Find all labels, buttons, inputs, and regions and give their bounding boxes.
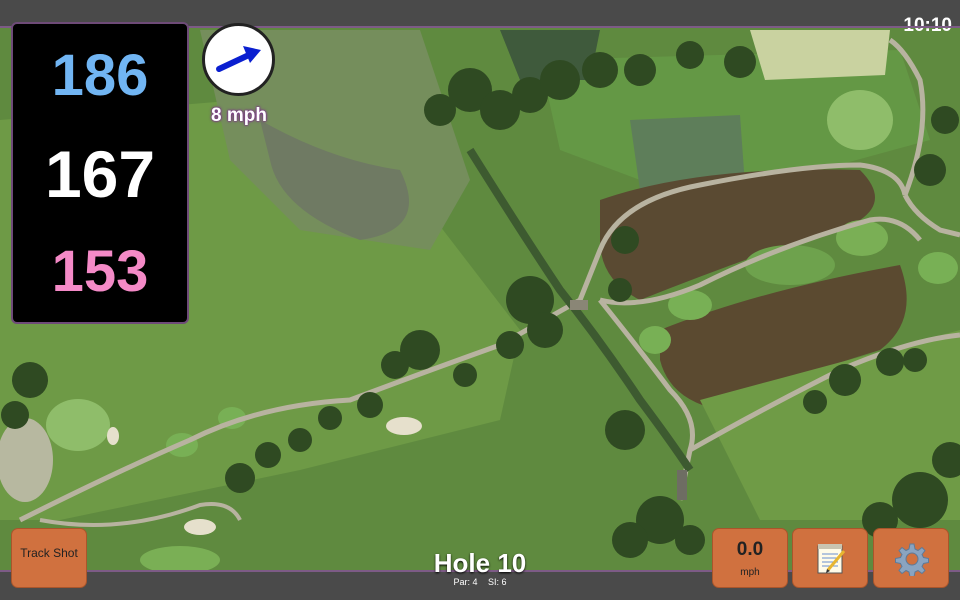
front-distance: 153 [51, 239, 149, 304]
clock: 10:10 [903, 15, 952, 36]
golf-gps-screen: 10:10 186 167 153 8 mph Track Shot 0.0 m… [0, 0, 960, 600]
track-shot-button[interactable]: Track Shot [11, 528, 87, 588]
wind-speed-label: 8 mph [211, 105, 267, 126]
speed-button[interactable]: 0.0 mph [712, 528, 788, 588]
back-distance: 186 [51, 43, 149, 108]
wind-arrow-icon [216, 46, 261, 72]
hole-par: Par: 4 [453, 577, 478, 587]
settings-button[interactable] [873, 528, 949, 588]
distance-panel: 186 167 153 [11, 22, 189, 324]
gear-icon [895, 543, 929, 576]
hole-details: Par: 4 SI: 6 [380, 577, 580, 587]
notepad-icon [817, 544, 846, 574]
center-distance: 167 [44, 137, 156, 211]
hole-stroke-index: SI: 6 [488, 577, 507, 587]
wind-indicator [202, 23, 275, 96]
hole-title: Hole 10 [433, 548, 527, 578]
speed-value: 0.0 [736, 539, 764, 560]
speed-unit: mph [740, 567, 760, 578]
notes-button[interactable] [792, 528, 868, 588]
